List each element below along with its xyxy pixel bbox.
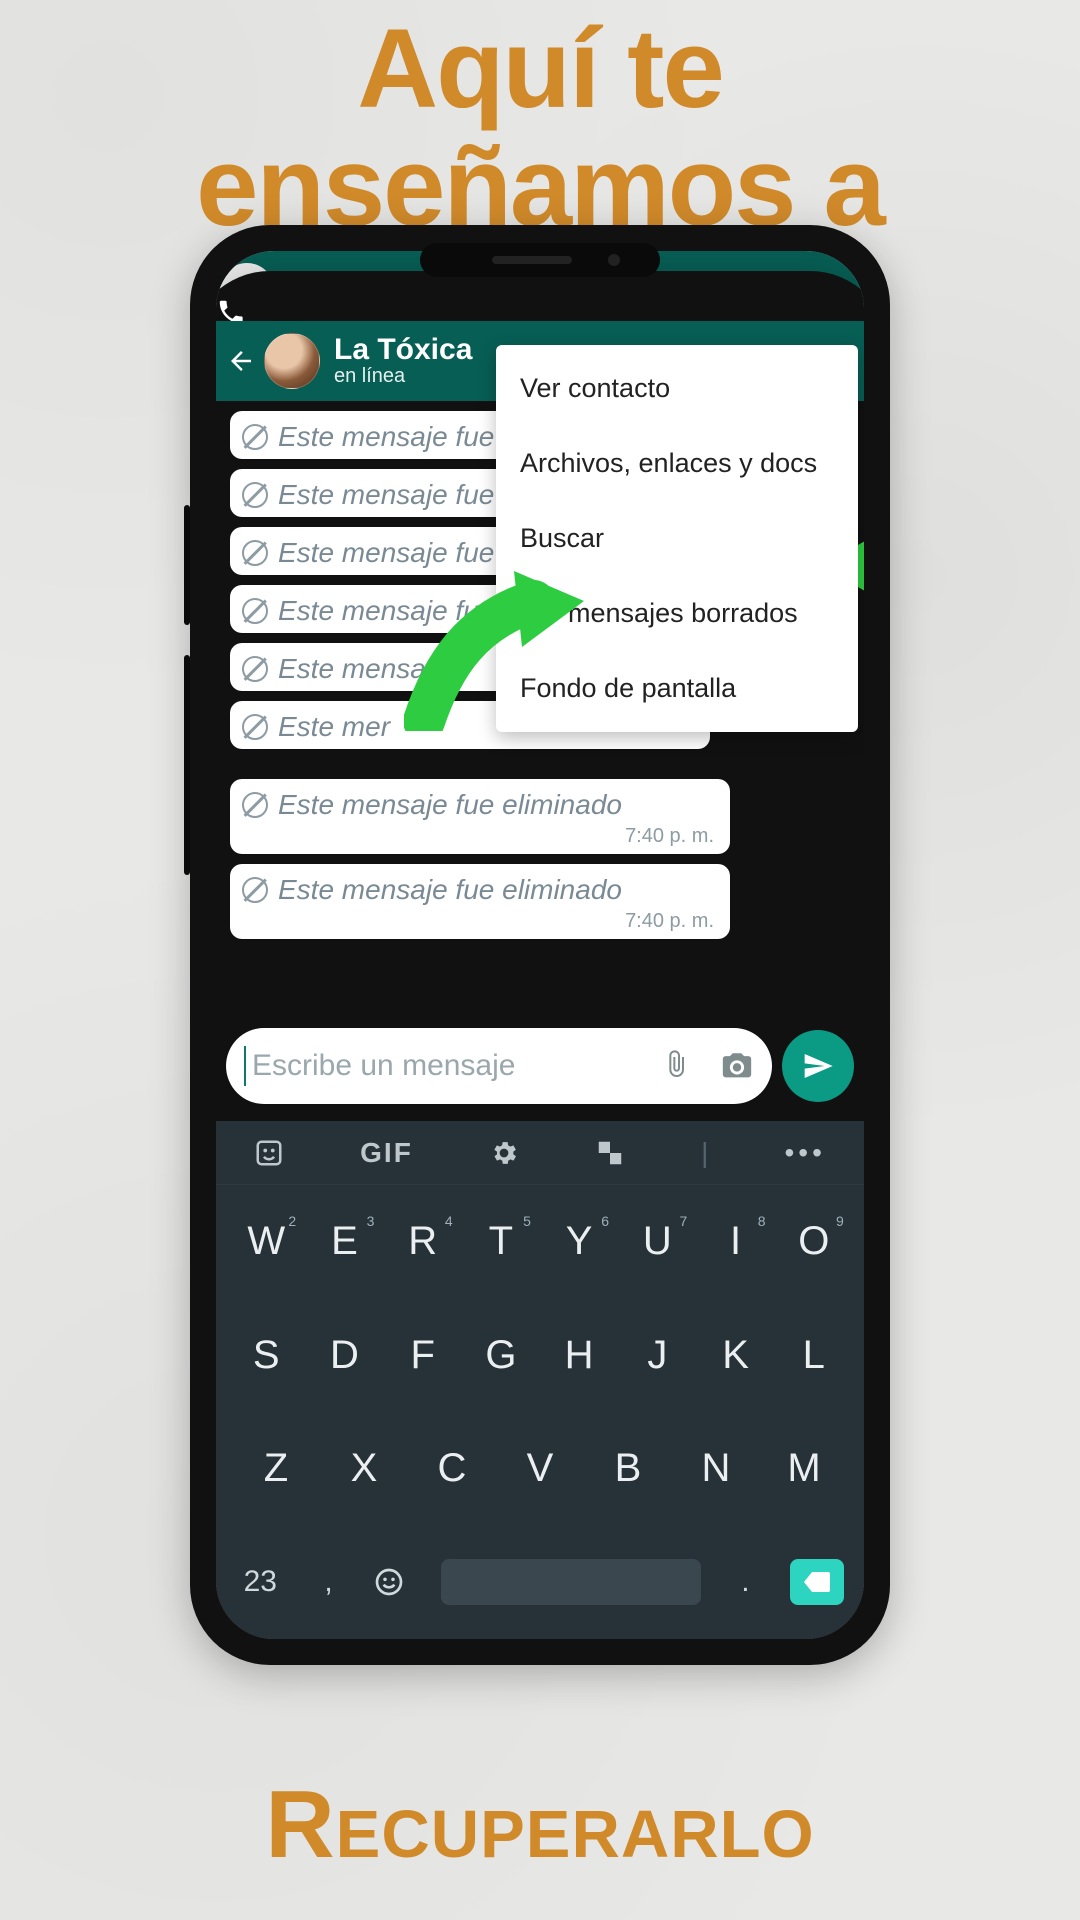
contact-status: en línea — [334, 365, 472, 388]
tagline: Recuperarlo — [0, 1770, 1080, 1880]
deleted-message-bubble: Este mensaje fue eliminado7:40 p. m. — [230, 864, 730, 939]
key-x[interactable]: X — [336, 1446, 392, 1491]
key-space[interactable] — [441, 1559, 701, 1605]
gif-button[interactable]: GIF — [360, 1137, 413, 1169]
headline: Aquí te enseñamos a — [0, 0, 1080, 245]
message-time: 7:40 p. m. — [242, 825, 714, 848]
message-time: 7:40 p. m. — [242, 910, 714, 933]
keyboard-row-bottom: 23 , . — [216, 1526, 864, 1640]
key-c[interactable]: C — [424, 1446, 480, 1491]
phone-notch — [420, 243, 660, 277]
key-y[interactable]: Y6 — [551, 1219, 607, 1264]
translate-icon[interactable] — [595, 1138, 625, 1168]
options-menu: Ver contacto Archivos, enlaces y docs Bu… — [496, 345, 858, 732]
key-m[interactable]: M — [776, 1446, 832, 1491]
menu-item-view-contact[interactable]: Ver contacto — [496, 351, 858, 426]
key-r[interactable]: R4 — [395, 1219, 451, 1264]
message-input[interactable]: Escribe un mensaje — [226, 1028, 772, 1104]
contact-avatar[interactable] — [264, 333, 320, 389]
keyboard-toolbar: GIF | ••• — [216, 1121, 864, 1185]
input-placeholder: Escribe un mensaje — [252, 1049, 515, 1083]
back-arrow-icon[interactable] — [226, 346, 256, 376]
key-j[interactable]: J — [629, 1333, 685, 1378]
keyboard-row-1: W2 E3 R4 T5 Y6 U7 I8 O9 — [216, 1185, 864, 1299]
contact-name: La Tóxica — [334, 334, 472, 366]
key-i[interactable]: I8 — [708, 1219, 764, 1264]
key-g[interactable]: G — [473, 1333, 529, 1378]
contact-info[interactable]: La Tóxica en línea — [334, 334, 472, 389]
more-icon[interactable]: ••• — [784, 1137, 825, 1169]
prohibited-icon — [242, 656, 268, 682]
key-backspace[interactable] — [790, 1559, 844, 1605]
sticker-icon[interactable] — [254, 1138, 284, 1168]
phone-mockup: Co La Tóxica en línea Este mensaje fueEs… — [190, 225, 890, 1665]
key-f[interactable]: F — [395, 1333, 451, 1378]
deleted-message-bubble: Este mensaje fue eliminado7:40 p. m. — [230, 779, 730, 854]
key-u[interactable]: U7 — [629, 1219, 685, 1264]
key-t[interactable]: T5 — [473, 1219, 529, 1264]
menu-item-wallpaper[interactable]: Fondo de pantalla — [496, 651, 858, 726]
prohibited-icon — [242, 877, 268, 903]
prohibited-icon — [242, 424, 268, 450]
headline-line1: Aquí te — [357, 6, 723, 131]
camera-icon[interactable] — [720, 1049, 754, 1083]
keyboard: GIF | ••• W2 E3 R4 T5 Y6 U7 I8 O9 SDFGHJKL ZXCV… — [216, 1121, 864, 1639]
keyboard-row-2: SDFGHJKL — [216, 1299, 864, 1413]
key-l[interactable]: L — [786, 1333, 842, 1378]
key-h[interactable]: H — [551, 1333, 607, 1378]
prohibited-icon — [242, 714, 268, 740]
key-o[interactable]: O9 — [786, 1219, 842, 1264]
send-button[interactable] — [782, 1030, 854, 1102]
keyboard-row-3: ZXCVBNM — [216, 1412, 864, 1526]
text-cursor — [244, 1046, 246, 1086]
prohibited-icon — [242, 540, 268, 566]
key-numbers[interactable]: 23 — [236, 1565, 284, 1599]
menu-item-media[interactable]: Archivos, enlaces y docs — [496, 426, 858, 501]
menu-item-deleted[interactable]: Ver mensajes borrados — [496, 576, 858, 651]
key-z[interactable]: Z — [248, 1446, 304, 1491]
attach-icon[interactable] — [660, 1049, 692, 1083]
key-s[interactable]: S — [238, 1333, 294, 1378]
key-dot[interactable]: . — [721, 1565, 769, 1599]
key-e[interactable]: E3 — [316, 1219, 372, 1264]
key-k[interactable]: K — [708, 1333, 764, 1378]
key-w[interactable]: W2 — [238, 1219, 294, 1264]
key-b[interactable]: B — [600, 1446, 656, 1491]
key-v[interactable]: V — [512, 1446, 568, 1491]
prohibited-icon — [242, 482, 268, 508]
phone-screen: Co La Tóxica en línea Este mensaje fueEs… — [216, 251, 864, 1639]
key-comma[interactable]: , — [305, 1565, 353, 1599]
emoji-icon[interactable] — [373, 1566, 421, 1598]
key-n[interactable]: N — [688, 1446, 744, 1491]
menu-item-search[interactable]: Buscar — [496, 501, 858, 576]
prohibited-icon — [242, 792, 268, 818]
message-input-bar: Escribe un mensaje — [216, 1021, 864, 1111]
prohibited-icon — [242, 598, 268, 624]
settings-icon[interactable] — [489, 1138, 519, 1168]
key-d[interactable]: D — [316, 1333, 372, 1378]
